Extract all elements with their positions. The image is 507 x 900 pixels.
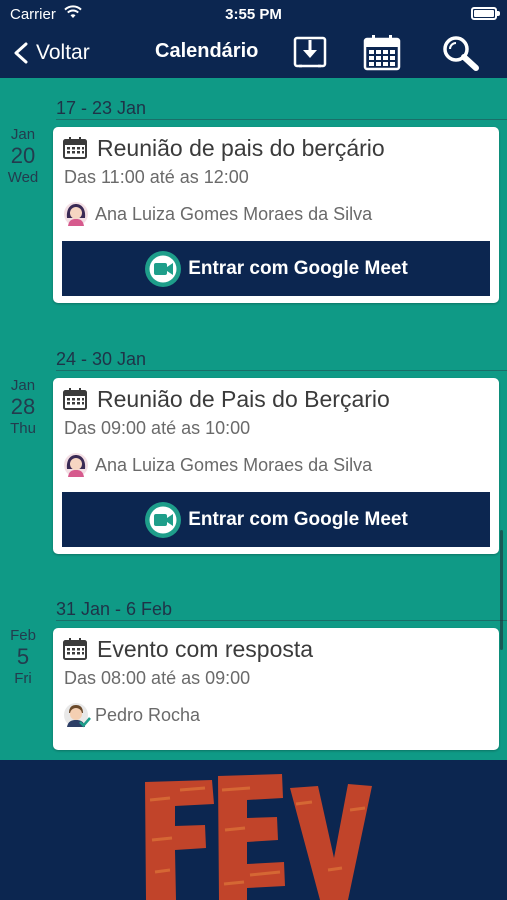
organizer-name: Ana Luiza Gomes Moraes da Silva [95, 454, 373, 475]
event-time: Das 11:00 até as 12:00 [64, 167, 249, 187]
google-meet-icon [145, 501, 182, 538]
event-title: Reunião de pais do berçário [97, 135, 385, 161]
event-organizer: Ana Luiza Gomes Moraes da Silva [63, 452, 372, 478]
search-icon[interactable] [440, 34, 480, 72]
avatar [64, 202, 88, 226]
date-day: 20 [10, 143, 36, 168]
date-column: Jan 20 Wed [0, 126, 46, 186]
date-weekday: Fri [14, 670, 32, 687]
event-time: Das 09:00 até as 10:00 [64, 418, 251, 438]
join-google-meet-button[interactable]: Entrar com Google Meet [62, 241, 490, 296]
date-weekday: Wed [7, 169, 39, 186]
date-month: Jan [10, 126, 36, 143]
date-weekday: Thu [10, 420, 36, 437]
back-label: Voltar [36, 41, 90, 64]
calendar-icon [63, 137, 87, 159]
event-organizer: Ana Luiza Gomes Moraes da Silva [63, 201, 372, 227]
week-range: 31 Jan - 6 Feb [56, 599, 173, 619]
week-header: 31 Jan - 6 Feb [56, 599, 507, 621]
date-day: 28 [10, 394, 36, 419]
event-card[interactable]: Evento com resposta Das 08:00 até as 09:… [53, 628, 499, 750]
week-header: 17 - 23 Jan [56, 98, 507, 120]
join-google-meet-label: Entrar com Google Meet [188, 257, 408, 279]
chevron-left-icon [14, 42, 28, 64]
organizer-name: Pedro Rocha [95, 704, 201, 725]
battery-icon [471, 7, 500, 20]
date-month: Feb [10, 627, 36, 644]
navigation-bar: Voltar Calendário [0, 28, 507, 78]
organizer-name: Ana Luiza Gomes Moraes da Silva [95, 203, 373, 224]
join-google-meet-button[interactable]: Entrar com Google Meet [62, 492, 490, 547]
week-range: 24 - 30 Jan [56, 349, 147, 369]
check-icon [79, 717, 91, 728]
avatar [64, 453, 88, 477]
download-icon[interactable] [290, 34, 330, 72]
date-column: Feb 5 Fri [0, 627, 46, 687]
date-month: Jan [10, 377, 36, 394]
event-card[interactable]: Reunião de Pais do Berçario Das 09:00 at… [53, 378, 499, 554]
event-organizer: Pedro Rocha [63, 702, 200, 728]
page-title: Calendário [155, 40, 259, 62]
join-google-meet-label: Entrar com Google Meet [188, 508, 408, 530]
event-time: Das 08:00 até as 09:00 [64, 668, 251, 688]
week-range: 17 - 23 Jan [56, 98, 147, 118]
date-column: Jan 28 Thu [0, 377, 46, 437]
calendar-list[interactable]: 17 - 23 Jan Jan 20 Wed Reunião de pais d… [0, 78, 507, 760]
scrollbar[interactable] [500, 530, 503, 650]
event-title: Reunião de Pais do Berçario [97, 386, 390, 412]
status-bar: Carrier 3:55 PM [0, 0, 507, 28]
event-title: Evento com resposta [97, 636, 314, 662]
week-header: 24 - 30 Jan [56, 349, 507, 371]
google-meet-icon [145, 250, 182, 287]
date-day: 5 [16, 644, 30, 669]
calendar-icon [63, 388, 87, 410]
fev-logo [145, 774, 372, 900]
bottom-banner [0, 760, 507, 900]
clock: 3:55 PM [225, 6, 282, 23]
event-card[interactable]: Reunião de pais do berçário Das 11:00 at… [53, 127, 499, 303]
back-button[interactable]: Voltar [12, 36, 90, 70]
calendar-icon [63, 638, 87, 660]
calendar-icon[interactable] [362, 34, 402, 72]
